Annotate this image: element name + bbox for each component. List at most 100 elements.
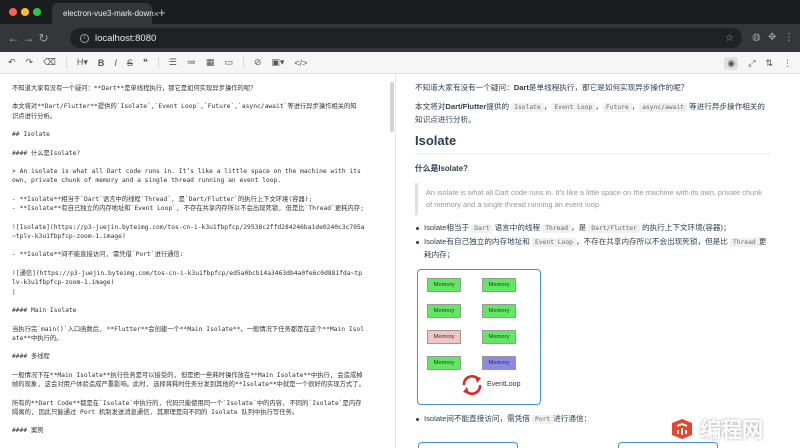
editor-line: ![Isolate](https://p3-juejin.byteimg.com… [12, 223, 365, 231]
link-icon[interactable]: ⊘ [254, 57, 262, 68]
editor-line: ~tplv-k3u1fbpfcp-zoom-1.image) [12, 233, 126, 241]
preview-text: ，是 [571, 223, 587, 232]
watermark-logo-icon [672, 419, 692, 439]
toolbar-divider [242, 57, 244, 68]
preview-text: 有自己独立的内存地址和 [446, 237, 530, 246]
menu-dots-icon[interactable]: ⋮ [784, 32, 794, 43]
browser-tab-bar: electron-vue3-mark-down × + [0, 0, 800, 24]
editor-scrollbar[interactable] [389, 80, 395, 440]
memory-cell: Memory [482, 356, 516, 370]
diagram-box [418, 442, 518, 448]
preview-text: Isolate [424, 237, 447, 246]
memory-cell: Memory [427, 278, 461, 292]
editor-scroll-thumb[interactable] [390, 82, 394, 132]
clear-icon[interactable]: ⌫ [43, 57, 56, 68]
markdown-editor-app: ↶ ↷ ⌫ H▾ B I S ❝ ☰ ≔ ▦ ▭ ⊘ ▣▾ </> ◉ ⤢ ⇅ … [0, 52, 800, 448]
inline-code: Thread [542, 224, 572, 233]
inline-code: Isolate [511, 103, 544, 112]
inline-code: Future [602, 103, 632, 112]
bookmark-star-icon[interactable]: ☆ [725, 33, 734, 44]
toolbar-divider [65, 57, 67, 68]
preview-heading-isolate: Isolate [415, 133, 770, 154]
quote-icon[interactable]: ❝ [143, 57, 148, 68]
minimize-window-button[interactable] [21, 8, 29, 16]
unordered-list-icon[interactable]: ☰ [169, 57, 177, 68]
preview-text: Isolate [424, 223, 447, 232]
editor-line: #### 多线程 [12, 353, 50, 361]
table-icon[interactable]: ▦ [206, 57, 215, 68]
toolbar-right-group: ◉ ⤢ ⇅ ⋮ [714, 52, 792, 74]
editor-line: - **Isolate**有自己独立的内存地址和`Event Loop`, 不存… [12, 205, 364, 213]
editor-line: > An isolate is what all Dart code runs … [12, 168, 361, 176]
editor-line: lv-k3u1fbpfcp-zoom-1.image) [12, 279, 115, 287]
editor-line: 识点进行分析。 [12, 112, 57, 120]
inline-code: Port [532, 415, 554, 424]
browser-tab[interactable]: electron-vue3-mark-down × [52, 3, 159, 24]
preview-text: 相当于 [446, 223, 470, 232]
code-icon[interactable]: </> [294, 58, 307, 68]
browser-nav-bar: ← → ↻ i localhost:8080 ☆ ◍ ✥ ⋮ [0, 24, 800, 52]
preview-bold: Dart [513, 83, 529, 92]
forward-arrow-icon[interactable]: → [21, 31, 36, 45]
watermark: 编程网 [668, 412, 798, 446]
inline-code: Dart/Flutter [588, 224, 640, 233]
list-item: Isolate相当于 Dart 语言中的线程 Thread ，是 Dart/Flu… [415, 222, 770, 235]
editor-line: | [12, 288, 16, 296]
preview-text: 提供的 [486, 102, 510, 111]
redo-icon[interactable]: ↷ [26, 57, 34, 68]
editor-line: 所有的**Dart Code**都是在`Isolate`中执行的, 代码只能使用… [12, 399, 362, 407]
inline-code: async/await [639, 103, 687, 112]
event-loop-label: EventLoop [487, 381, 521, 388]
preview-paragraph-scope: 本文将对Dart/Flutter提供的 Isolate， Event Loop， F… [415, 101, 770, 126]
bold-icon[interactable]: B [98, 58, 105, 68]
editor-line: ## Isolate [12, 131, 50, 139]
new-tab-button[interactable]: + [158, 5, 166, 20]
preview-text: Isolate [424, 414, 447, 423]
info-icon[interactable]: i [80, 33, 89, 43]
reload-icon[interactable]: ↻ [36, 31, 51, 45]
back-arrow-icon[interactable]: ← [6, 31, 21, 45]
preview-blockquote: An isolate is what all Dart code runs in… [415, 183, 770, 215]
maximize-window-button[interactable] [33, 8, 41, 16]
extension-icon[interactable]: ◍ [752, 32, 761, 43]
close-window-button[interactable] [9, 8, 17, 16]
sync-scroll-icon[interactable]: ⇅ [765, 58, 773, 69]
memory-cell: Memory [427, 356, 461, 370]
italic-icon[interactable]: I [114, 58, 117, 68]
preview-text: 是单线程执行，那它是如何实现异步操作的呢？ [528, 83, 689, 92]
editor-line: 不知道大家有没有一个疑问：**Dart**是单线程执行，那它是如何实现异步操作的… [12, 85, 257, 92]
editor-line: 一般情况下在**Main Isolate**执行任务是可以接受的, 但是把一些耗… [12, 371, 363, 379]
toc-icon[interactable]: ⋮ [783, 58, 792, 69]
fullscreen-icon[interactable]: ⤢ [748, 58, 755, 69]
preview-subheading: 什么是Isolate? [415, 164, 468, 173]
watermark-text: 编程网 [700, 418, 763, 442]
markdown-editor-pane[interactable]: 不知道大家有没有一个疑问：**Dart**是单线程执行，那它是如何实现异步操作的… [0, 74, 396, 448]
strikethrough-icon[interactable]: S [127, 58, 133, 68]
toolbar-divider [157, 57, 159, 68]
preview-text: 进行通信： [553, 414, 592, 423]
list-item: Isolate有自己独立的内存地址和 Event Loop ，不存在共享内存所以不… [415, 236, 770, 261]
address-bar[interactable]: i localhost:8080 ☆ [70, 28, 742, 48]
editor-toolbar: ↶ ↷ ⌫ H▾ B I S ❝ ☰ ≔ ▦ ▭ ⊘ ▣▾ </> ◉ ⤢ ⇅ … [0, 52, 800, 74]
preview-text: 间不能直接访问，需凭借 [446, 414, 530, 423]
editor-line: 隔离的, 因此只能通过 Port 机制发送消息通信, 其原理是向不同的 Isol… [12, 408, 299, 416]
heading-icon[interactable]: H▾ [77, 57, 88, 68]
editor-line: #### Main Isolate [12, 307, 77, 315]
preview-list: Isolate相当于 Dart 语言中的线程 Thread ，是 Dart/Flu… [415, 222, 770, 261]
ordered-list-icon[interactable]: ≔ [187, 57, 196, 68]
editor-line: 帧的现象, 这会对用户体验造成严重影响。此时, 选择将耗时任务分发到其他的**I… [12, 381, 365, 389]
hr-icon[interactable]: ▭ [224, 57, 233, 68]
editor-line: ate**中执行的。 [12, 334, 63, 342]
preview-text: 的执行上下文环境(容器)； [641, 223, 731, 232]
isolate-diagram-image: Memory Memory Memory Memory Memory Memory Memo… [417, 269, 541, 405]
inline-code: Dart [471, 224, 493, 233]
preview-icon[interactable]: ◉ [724, 56, 739, 70]
undo-icon[interactable]: ↶ [8, 57, 16, 68]
memory-cell: Memory [427, 304, 461, 318]
inline-code: Event Loop [551, 103, 596, 112]
puzzle-icon[interactable]: ✥ [768, 32, 776, 43]
inline-code: Event Loop [532, 238, 576, 247]
editor-line: - **Isolate**间不能直接访问, 需凭借`Port`进行通信: [12, 251, 184, 259]
preview-text: ，不存在共享内存所以不会出现死锁，但是比 [575, 237, 728, 246]
image-icon[interactable]: ▣▾ [271, 57, 284, 68]
